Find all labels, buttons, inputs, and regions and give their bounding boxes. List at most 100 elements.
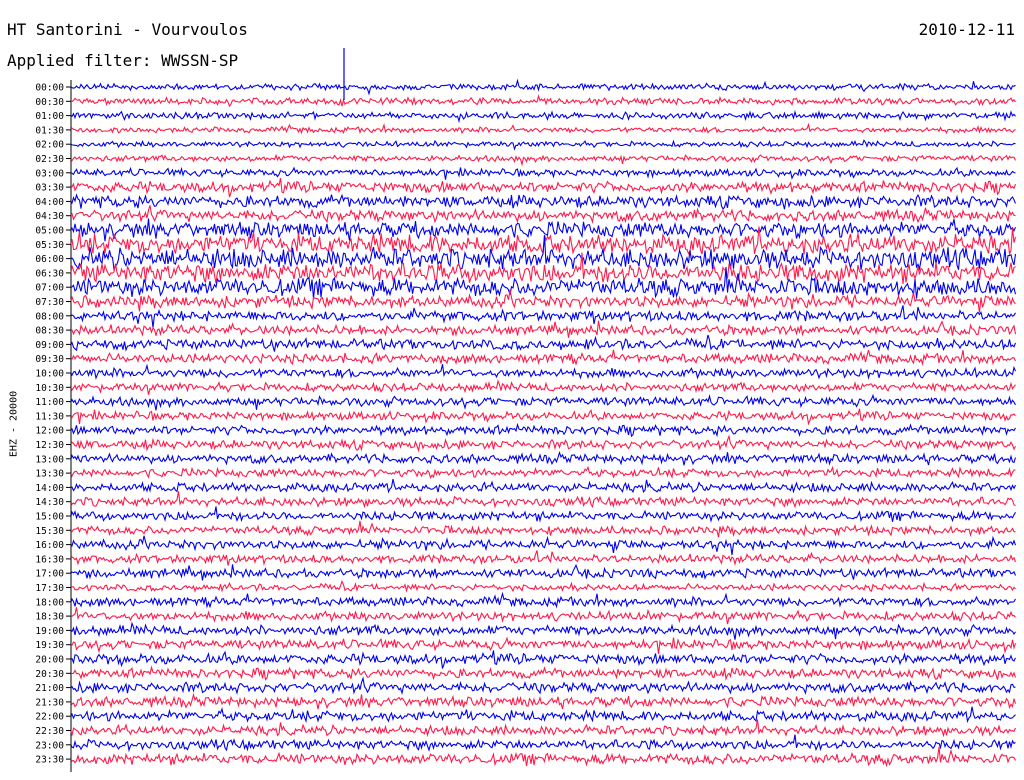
trace-0900 — [70, 334, 1017, 352]
trace-0830 — [70, 320, 1017, 338]
trace-0730 — [70, 289, 1016, 313]
station-title: HT Santorini - Vourvoulos — [7, 20, 248, 39]
trace-1000 — [70, 363, 1017, 380]
trace-0300 — [70, 166, 1016, 180]
trace-0000 — [70, 78, 1016, 96]
row-label-1530: 15:30 — [35, 526, 64, 537]
trace-0430 — [70, 205, 1016, 225]
row-label-0630: 06:30 — [35, 268, 64, 279]
filter-label: Applied filter: WWSSN-SP — [7, 51, 239, 70]
trace-1130 — [70, 408, 1016, 426]
trace-1530 — [70, 520, 1016, 538]
trace-0600 — [70, 235, 1017, 271]
trace-1700 — [70, 563, 1017, 581]
row-label-0330: 03:30 — [35, 183, 64, 194]
trace-1400 — [70, 478, 1016, 494]
trace-1800 — [70, 591, 1016, 609]
row-label-0600: 06:00 — [35, 254, 64, 265]
row-label-2230: 22:30 — [35, 726, 64, 737]
trace-2130 — [70, 692, 1017, 710]
row-label-1800: 18:00 — [35, 597, 64, 608]
row-label-1200: 12:00 — [35, 426, 64, 437]
row-label-1930: 19:30 — [35, 640, 64, 651]
trace-1430 — [70, 491, 1016, 509]
row-label-1830: 18:30 — [35, 612, 64, 623]
trace-1030 — [70, 379, 1016, 395]
trace-0200 — [70, 139, 1016, 151]
traces — [70, 78, 1017, 768]
row-label-1130: 11:30 — [35, 411, 64, 422]
trace-0130 — [70, 122, 1016, 135]
trace-0800 — [70, 305, 1016, 328]
trace-1630 — [70, 550, 1017, 566]
row-label-2000: 20:00 — [35, 655, 64, 666]
row-label-1400: 14:00 — [35, 483, 64, 494]
row-label-0700: 07:00 — [35, 283, 64, 294]
row-label-2200: 22:00 — [35, 712, 64, 723]
row-label-1430: 14:30 — [35, 497, 64, 508]
row-label-2030: 20:30 — [35, 669, 64, 680]
trace-2230 — [70, 719, 1017, 738]
trace-1830 — [70, 607, 1016, 625]
row-label-0100: 01:00 — [35, 111, 64, 122]
trace-0930 — [70, 349, 1016, 366]
trace-0500 — [70, 218, 1017, 242]
row-label-0430: 04:30 — [35, 211, 64, 222]
row-label-1600: 16:00 — [35, 540, 64, 551]
trace-1900 — [70, 621, 1016, 640]
row-label-0800: 08:00 — [35, 311, 64, 322]
channel-axis-label: EHZ - 20000 — [8, 390, 20, 458]
row-label-0300: 03:00 — [35, 168, 64, 179]
trace-1330 — [70, 465, 1016, 479]
row-label-0900: 09:00 — [35, 340, 64, 351]
trace-0100 — [70, 110, 1016, 124]
row-label-1230: 12:30 — [35, 440, 64, 451]
trace-1230 — [70, 434, 1016, 453]
row-label-1330: 13:30 — [35, 469, 64, 480]
row-label-1030: 10:30 — [35, 383, 64, 394]
trace-1500 — [70, 506, 1016, 523]
row-label-1100: 11:00 — [35, 397, 64, 408]
row-label-0730: 07:30 — [35, 297, 64, 308]
trace-2100 — [70, 676, 1016, 696]
trace-1600 — [70, 535, 1017, 556]
trace-1930 — [70, 636, 1017, 654]
trace-0030 — [70, 94, 1016, 108]
row-label-0500: 05:00 — [35, 226, 64, 237]
row-label-2130: 21:30 — [35, 697, 64, 708]
row-label-1730: 17:30 — [35, 583, 64, 594]
row-label-1300: 13:00 — [35, 454, 64, 465]
trace-1200 — [70, 422, 1016, 438]
trace-1300 — [70, 450, 1017, 466]
trace-2000 — [70, 650, 1016, 669]
date-label: 2010-12-11 — [918, 20, 1015, 39]
row-label-0400: 04:00 — [35, 197, 64, 208]
row-label-0130: 01:30 — [35, 125, 64, 136]
row-label-0230: 02:30 — [35, 154, 64, 165]
row-label-0000: 00:00 — [35, 83, 64, 94]
row-label-0530: 05:30 — [35, 240, 64, 251]
trace-0230 — [70, 153, 1016, 167]
trace-2300 — [70, 734, 1016, 753]
trace-2200 — [70, 706, 1016, 724]
row-label-1500: 15:00 — [35, 512, 64, 523]
row-label-0200: 02:00 — [35, 140, 64, 151]
trace-0700 — [70, 266, 1017, 299]
row-label-0930: 09:30 — [35, 354, 64, 365]
trace-2330 — [70, 746, 1016, 768]
row-label-1000: 10:00 — [35, 369, 64, 380]
row-label-1700: 17:00 — [35, 569, 64, 580]
row-label-0830: 08:30 — [35, 326, 64, 337]
row-label-0030: 00:30 — [35, 97, 64, 108]
row-label-2100: 21:00 — [35, 683, 64, 694]
trace-0400 — [70, 193, 1017, 210]
helicorder-chart: 00:00 00:30 01:00 01:30 02:00 02:30 03:00 03:30… — [35, 48, 1017, 772]
trace-1730 — [70, 579, 1016, 593]
trace-1100 — [70, 393, 1016, 411]
trace-2030 — [70, 665, 1017, 681]
row-label-1630: 16:30 — [35, 554, 64, 565]
row-label-2300: 23:00 — [35, 740, 64, 751]
trace-0330 — [70, 177, 1017, 198]
row-label-1900: 19:00 — [35, 626, 64, 637]
row-label-2330: 23:30 — [35, 755, 64, 766]
